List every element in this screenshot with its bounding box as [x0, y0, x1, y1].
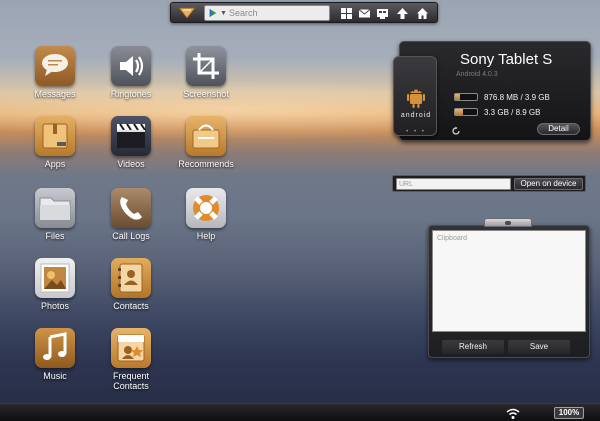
storage-phone-bar	[454, 93, 478, 101]
app-music[interactable]: Music	[15, 328, 95, 381]
bag-icon	[186, 116, 226, 156]
photo-icon	[35, 258, 75, 298]
speaker-icon	[111, 46, 151, 86]
app-label: Call Logs	[112, 231, 150, 241]
app-label: Screenshot	[183, 89, 229, 99]
app-label: Videos	[117, 159, 145, 169]
clipboard-textarea[interactable]	[432, 230, 586, 332]
app-label: Messages	[34, 89, 76, 99]
app-label: Apps	[44, 159, 66, 169]
upload-icon[interactable]	[395, 6, 410, 21]
device-version: Android 4.0.3	[456, 71, 498, 78]
open-on-device-button[interactable]: Open on device	[514, 178, 583, 190]
device-card[interactable]: android • • •	[393, 56, 437, 136]
box-icon	[35, 116, 75, 156]
storage-phone-row: 876.8 MB / 3.9 GB	[454, 92, 550, 102]
refresh-button[interactable]: Refresh	[442, 340, 504, 354]
page-dots: • • •	[406, 129, 426, 135]
home-icon[interactable]	[415, 6, 430, 21]
lifebuoy-icon	[186, 188, 226, 228]
app-label: Contacts	[113, 301, 149, 311]
grid-icon[interactable]	[339, 6, 354, 21]
app-recommends[interactable]: Recommends	[166, 116, 246, 169]
app-label: Music	[43, 371, 67, 381]
app-help[interactable]: Help	[166, 188, 246, 241]
app-label: Files	[45, 231, 65, 241]
app-screenshot[interactable]: Screenshot	[166, 46, 246, 99]
wifi-icon	[506, 407, 520, 419]
app-photos[interactable]: Photos	[15, 258, 95, 311]
app-frequent-contacts[interactable]: Frequent Contacts	[91, 328, 171, 391]
clapper-icon	[111, 116, 151, 156]
app-messages[interactable]: Messages	[15, 46, 95, 99]
storage-phone-fill	[455, 94, 460, 100]
status-bar: 100%	[0, 403, 600, 421]
url-input[interactable]	[396, 178, 511, 190]
detail-button[interactable]: Detail	[537, 123, 580, 135]
search-engine-icon[interactable]	[207, 7, 219, 19]
storage-phone-text: 876.8 MB / 3.9 GB	[484, 92, 550, 102]
clip-pin	[505, 221, 511, 225]
storage-sd-bar	[454, 108, 478, 116]
app-ringtones[interactable]: Ringtones	[91, 46, 171, 99]
app-call-logs[interactable]: Call Logs	[91, 188, 171, 241]
crop-icon	[186, 46, 226, 86]
android-wordmark: android	[400, 112, 432, 119]
save-button[interactable]: Save	[508, 340, 570, 354]
app-apps[interactable]: Apps	[15, 116, 95, 169]
storage-sd-row: 3.3 GB / 8.9 GB	[454, 107, 540, 117]
app-label: Photos	[40, 301, 70, 311]
app-label: Help	[196, 231, 216, 241]
storage-sd-text: 3.3 GB / 8.9 GB	[484, 107, 541, 117]
folder-icon	[35, 188, 75, 228]
device-name: Sony Tablet S	[460, 51, 553, 68]
android-robot-icon	[404, 85, 428, 109]
messages-icon	[35, 46, 75, 86]
app-label: Recommends	[178, 159, 234, 169]
screen-icon[interactable]	[375, 6, 390, 21]
frequent-contacts-icon	[111, 328, 151, 368]
url-bar: Open on device	[392, 175, 586, 192]
app-label: Ringtones	[110, 89, 152, 99]
music-icon	[35, 328, 75, 368]
chevron-down-icon[interactable]: ▼	[220, 10, 227, 17]
battery-indicator: 100%	[554, 407, 584, 419]
search-box[interactable]: ▼	[204, 5, 330, 21]
search-input[interactable]	[228, 6, 325, 20]
app-label: Frequent Contacts	[112, 371, 150, 391]
logo-icon[interactable]	[175, 5, 199, 21]
storage-sd-fill	[455, 109, 464, 115]
app-videos[interactable]: Videos	[91, 116, 171, 169]
contacts-icon	[111, 258, 151, 298]
app-files[interactable]: Files	[15, 188, 95, 241]
clipboard-clip	[484, 218, 532, 227]
top-toolbar: ▼	[170, 2, 438, 23]
app-contacts[interactable]: Contacts	[91, 258, 171, 311]
mail-icon[interactable]	[357, 6, 372, 21]
refresh-icon[interactable]	[451, 123, 461, 135]
phone-icon	[111, 188, 151, 228]
